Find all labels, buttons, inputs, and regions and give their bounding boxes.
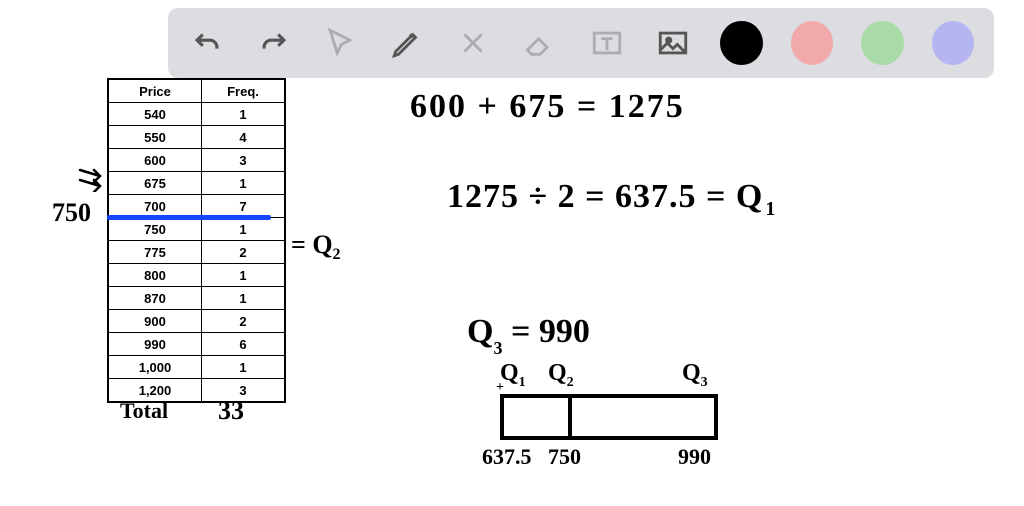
textbox-button[interactable]	[587, 23, 626, 63]
total-label: Total	[120, 398, 168, 424]
plus-tick-icon: +	[496, 380, 504, 396]
table-header-freq: Freq.	[202, 80, 285, 103]
boxplot-q2-label: Q2	[548, 360, 574, 391]
boxplot-median-line	[568, 394, 572, 436]
color-swatch-green[interactable]	[861, 21, 903, 65]
table-row: 9002	[109, 310, 285, 333]
toolbar	[168, 8, 994, 78]
frequency-table: Price Freq. 5401 5504 6003 6751 7007 750…	[107, 78, 286, 403]
table-row: 8001	[109, 264, 285, 287]
table-row: 8701	[109, 287, 285, 310]
annotation-q3: Q3 = 990	[450, 275, 590, 355]
table-row: 6751	[109, 172, 285, 195]
table-row: 5401	[109, 103, 285, 126]
boxplot-v2: 750	[548, 444, 581, 470]
tools-button[interactable]	[454, 23, 493, 63]
box-plot: Q1 Q2 Q3 637.5 750 990 +	[490, 360, 770, 490]
color-swatch-black[interactable]	[720, 21, 762, 65]
table-row: 7752	[109, 241, 285, 264]
table-header-price: Price	[109, 80, 202, 103]
table-row: 6003	[109, 149, 285, 172]
total-value: 33	[218, 396, 244, 426]
color-swatch-purple[interactable]	[932, 21, 974, 65]
boxplot-box	[500, 394, 718, 440]
image-button[interactable]	[654, 23, 693, 63]
boxplot-q3-label: Q3	[682, 360, 708, 391]
annotation-divide: 1275 ÷ 2 = 637.5 = Q1	[428, 140, 776, 221]
table-row: 5504	[109, 126, 285, 149]
annotation-sum: 600 + 675 = 1275	[410, 88, 685, 126]
boxplot-v1: 637.5	[482, 444, 532, 470]
undo-button[interactable]	[188, 23, 227, 63]
pencil-button[interactable]	[388, 23, 427, 63]
table-body: 5401 5504 6003 6751 7007 7501 7752 8001 …	[109, 103, 285, 402]
annotation-eq-q2: = Q2	[278, 200, 341, 264]
redo-button[interactable]	[255, 23, 294, 63]
boxplot-v3: 990	[678, 444, 711, 470]
eraser-button[interactable]	[521, 23, 560, 63]
table-row: 7501	[109, 218, 285, 241]
color-swatch-red[interactable]	[791, 21, 833, 65]
blue-median-line	[107, 215, 271, 220]
table-row: 1,0001	[109, 356, 285, 379]
annotation-750: 750	[52, 198, 91, 228]
table-row: 9906	[109, 333, 285, 356]
arrow-icon	[78, 162, 108, 192]
pointer-button[interactable]	[321, 23, 360, 63]
